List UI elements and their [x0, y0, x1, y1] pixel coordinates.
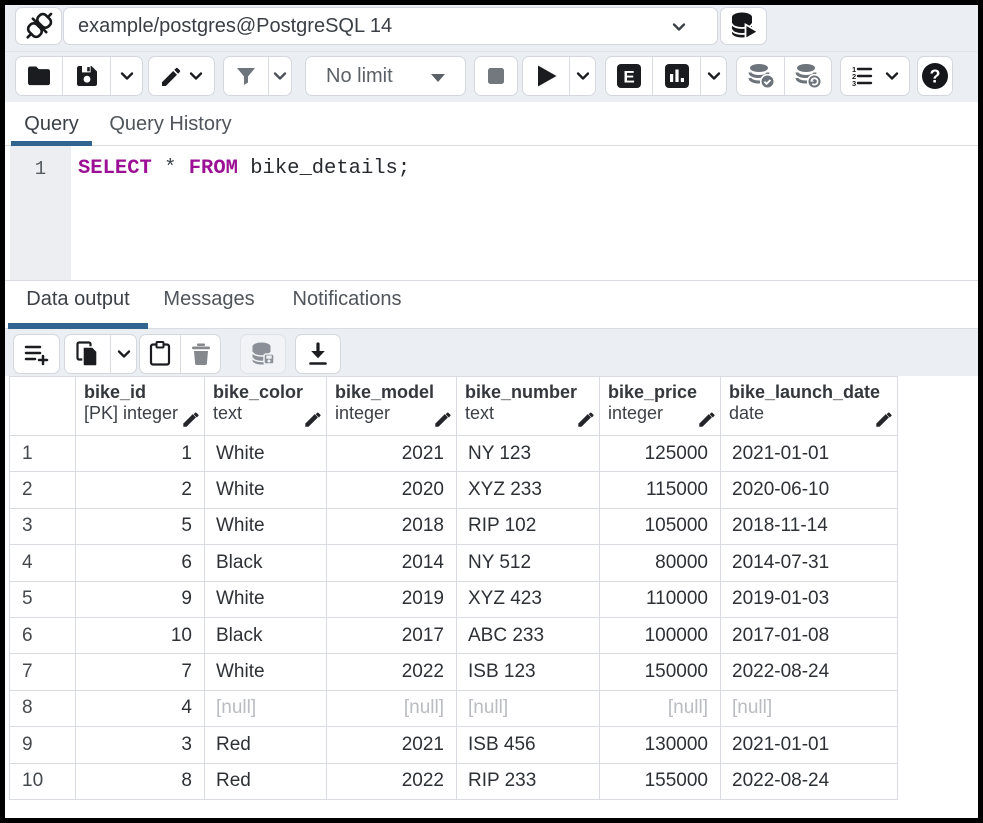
- svg-text:?: ?: [930, 67, 941, 87]
- svg-text:3: 3: [852, 79, 856, 88]
- svg-text:E: E: [623, 68, 634, 87]
